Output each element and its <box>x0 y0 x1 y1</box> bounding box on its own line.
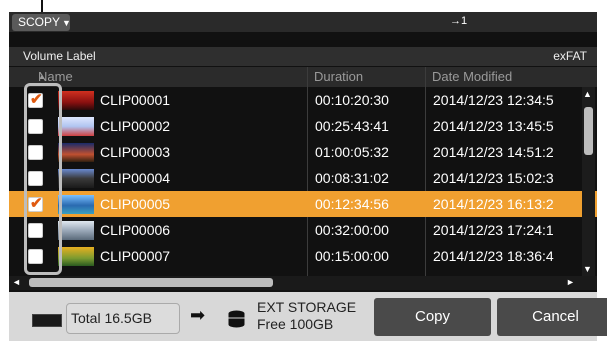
cancel-button[interactable]: Cancel <box>497 298 607 336</box>
source-total-size: Total 16.5GB <box>66 303 180 334</box>
scopy-label: SCOPY <box>18 15 61 29</box>
clip-duration: 00:32:00:00 <box>315 222 389 238</box>
clip-date-modified: 2014/12/23 14:51:2 <box>433 144 554 160</box>
clip-row[interactable]: ✔ CLIP00005 00:12:34:56 2014/12/23 16:13:2 <box>9 191 597 217</box>
clip-duration: 01:00:05:32 <box>315 144 389 160</box>
clip-thumbnail <box>58 169 94 188</box>
clip-thumbnail <box>58 143 94 162</box>
clip-date-modified: 2014/12/23 12:34:5 <box>433 92 554 108</box>
vertical-scroll-thumb[interactable] <box>584 107 593 155</box>
clip-date-modified: 2014/12/23 17:24:1 <box>433 222 554 238</box>
clip-date-modified: 2014/12/23 18:36:4 <box>433 248 554 264</box>
clip-row[interactable]: CLIP00003 01:00:05:32 2014/12/23 14:51:2 <box>9 139 597 165</box>
scroll-left-icon[interactable]: ◄ <box>12 277 21 287</box>
clip-row[interactable]: CLIP00002 00:25:43:41 2014/12/23 13:45:5 <box>9 113 597 139</box>
clip-name: CLIP00003 <box>100 144 171 160</box>
volume-label: Volume Label <box>23 49 96 63</box>
clip-row[interactable]: CLIP00007 00:15:00:00 2014/12/23 18:36:4 <box>9 243 597 269</box>
storage-drive-icon <box>228 310 245 328</box>
scopy-menu-button[interactable]: SCOPY ▼ <box>12 14 71 31</box>
scroll-down-icon[interactable]: ▼ <box>583 264 592 274</box>
clip-name: CLIP00004 <box>100 170 171 186</box>
sort-asc-icon: ▲ <box>38 72 46 81</box>
clip-row[interactable]: ✔ CLIP00001 00:10:20:30 2014/12/23 12:34:5 <box>9 87 597 113</box>
clip-row[interactable]: CLIP00004 00:08:31:02 2014/12/23 15:02:3 <box>9 165 597 191</box>
clip-thumbnail <box>58 195 94 214</box>
horizontal-scroll-thumb[interactable] <box>29 278 273 287</box>
source-media-icon <box>32 314 62 327</box>
clip-duration: 00:10:20:30 <box>315 92 389 108</box>
clip-name: CLIP00007 <box>100 248 171 264</box>
checkbox-callout-frame <box>24 83 62 275</box>
copy-screen: SCOPY ▼ →1 Volume Label exFAT Name ▲ Dura… <box>9 12 597 292</box>
clip-duration: 00:15:00:00 <box>315 248 389 264</box>
copy-counter: →1 <box>450 15 468 27</box>
clip-date-modified: 2014/12/23 13:45:5 <box>433 118 554 134</box>
clip-duration: 00:12:34:56 <box>315 196 389 212</box>
clip-duration: 00:25:43:41 <box>315 118 389 134</box>
clip-list: ✔ CLIP00001 00:10:20:30 2014/12/23 12:34:5 C… <box>9 87 597 269</box>
volume-bar: Volume Label exFAT <box>9 47 597 66</box>
clip-row[interactable]: CLIP00006 00:32:00:00 2014/12/23 17:24:1 <box>9 217 597 243</box>
copy-button[interactable]: Copy <box>374 298 491 336</box>
scroll-up-icon[interactable]: ▲ <box>583 89 592 99</box>
caret-down-icon: ▼ <box>62 18 71 28</box>
filesystem-label: exFAT <box>553 49 587 63</box>
clip-name: CLIP00002 <box>100 118 171 134</box>
scroll-right-icon[interactable]: ► <box>566 277 575 287</box>
clip-thumbnail <box>58 91 94 110</box>
arrow-right-icon: ➡ <box>190 305 206 325</box>
clip-name: CLIP00001 <box>100 92 171 108</box>
clip-name: CLIP00006 <box>100 222 171 238</box>
clip-thumbnail <box>58 221 94 240</box>
column-duration-header[interactable]: Duration <box>314 67 363 87</box>
destination-info: EXT STORAGE Free 100GB <box>257 299 356 333</box>
table-header: Name ▲ Duration Date Modified <box>9 67 597 87</box>
clip-thumbnail <box>58 247 94 266</box>
horizontal-scrollbar[interactable]: ◄ ► <box>9 276 597 290</box>
destination-name: EXT STORAGE <box>257 299 357 315</box>
clip-thumbnail <box>58 117 94 136</box>
destination-free-space: Free 100GB <box>257 316 334 332</box>
clip-name: CLIP00005 <box>100 196 171 212</box>
column-date-header[interactable]: Date Modified <box>432 67 512 87</box>
top-bar: SCOPY ▼ →1 <box>9 12 597 32</box>
clip-duration: 00:08:31:02 <box>315 170 389 186</box>
vertical-scrollbar[interactable]: ▲ ▼ <box>582 87 595 277</box>
clip-date-modified: 2014/12/23 16:13:2 <box>433 196 554 212</box>
clip-date-modified: 2014/12/23 15:02:3 <box>433 170 554 186</box>
